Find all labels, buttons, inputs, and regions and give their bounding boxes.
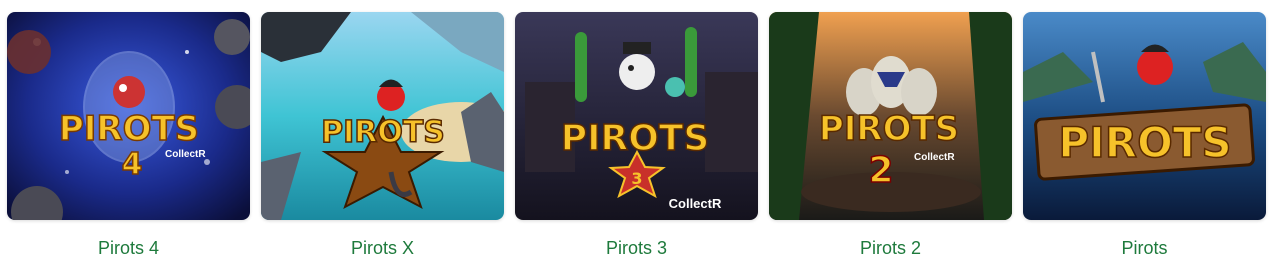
game-title-link[interactable]: Pirots X [261, 236, 504, 260]
game-thumbnail[interactable]: PIROTS 4 CollectR [7, 12, 250, 220]
game-card-pirots-4[interactable]: PIROTS 4 CollectR Pirots 4 [7, 12, 250, 260]
game-grid: PIROTS 4 CollectR Pirots 4 PIROTS Pirots… [0, 0, 1271, 265]
game-logo: PIROTS [321, 115, 445, 150]
game-card-pirots-2[interactable]: PIROTS 2 CollectR Pirots 2 [769, 12, 1012, 260]
pirots-artwork: PIROTS [1023, 12, 1266, 220]
game-number-badge: 2 [868, 150, 893, 191]
game-number-badge: 3 [631, 169, 642, 188]
game-title-link[interactable]: Pirots 4 [7, 236, 250, 260]
game-title-link[interactable]: Pirots [1023, 236, 1266, 260]
game-title-link[interactable]: Pirots 3 [515, 236, 758, 260]
game-thumbnail[interactable]: PIROTS [1023, 12, 1266, 220]
pirots-4-artwork: PIROTS 4 CollectR [7, 12, 250, 220]
game-card-pirots-3[interactable]: PIROTS 3 CollectR Pirots 3 [515, 12, 758, 260]
game-thumbnail[interactable]: PIROTS 3 CollectR [515, 12, 758, 220]
game-card-pirots[interactable]: PIROTS Pirots [1023, 12, 1266, 260]
game-card-pirots-x[interactable]: PIROTS Pirots X [261, 12, 504, 260]
game-number-badge: 4 [122, 147, 143, 182]
collectr-brand: CollectR [165, 149, 206, 160]
collectr-brand: CollectR [669, 196, 722, 211]
game-title-link[interactable]: Pirots 2 [769, 236, 1012, 260]
game-logo: PIROTS [1058, 118, 1231, 167]
game-logo: PIROTS [819, 109, 959, 149]
pirots-x-artwork: PIROTS [261, 12, 504, 220]
pirots-2-artwork: PIROTS 2 CollectR [769, 12, 1012, 220]
pirots-3-artwork: PIROTS 3 CollectR [515, 12, 758, 220]
game-thumbnail[interactable]: PIROTS [261, 12, 504, 220]
game-thumbnail[interactable]: PIROTS 2 CollectR [769, 12, 1012, 220]
collectr-brand: CollectR [914, 152, 955, 163]
game-logo: PIROTS [59, 109, 199, 149]
game-logo: PIROTS [561, 118, 710, 159]
